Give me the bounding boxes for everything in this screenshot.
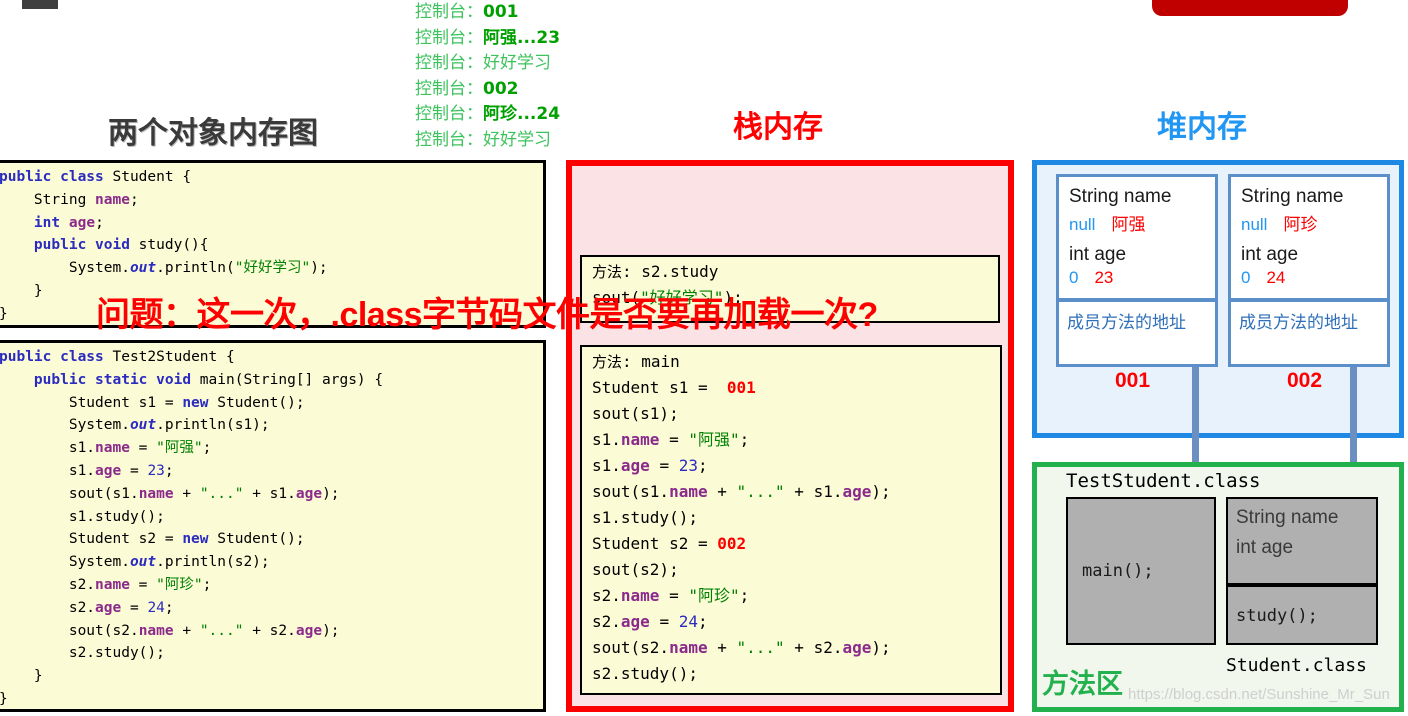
top-right-red-shape	[1152, 0, 1348, 16]
console-value: 好好学习	[483, 129, 551, 150]
field-values-name: null 阿强	[1069, 210, 1215, 235]
console-line: 控制台：好好学习	[415, 128, 645, 154]
heap-object-divider	[1231, 298, 1387, 302]
watermark: https://blog.csdn.net/Sunshine_Mr_Sun	[1128, 686, 1390, 703]
heap-object-001: String name null 阿强 int age 0 23 成员方法的地址	[1056, 174, 1218, 367]
method-area-label: 方法区	[1042, 669, 1123, 699]
field-values-age: 0 23	[1069, 268, 1215, 288]
console-prefix: 控制台：	[415, 27, 483, 48]
console-line: 控制台：001	[415, 0, 645, 26]
field-name-current: 阿珍	[1283, 215, 1318, 234]
student-field-name: String name	[1236, 507, 1339, 528]
console-value: 002	[483, 78, 519, 99]
method-box-main: main();	[1066, 497, 1216, 645]
heap-address-label-002: 002	[1287, 369, 1323, 392]
console-prefix: 控制台：	[415, 2, 483, 22]
field-label-age: int age	[1241, 244, 1299, 265]
console-line: 控制台：好好学习	[415, 51, 645, 77]
field-name-initial: null	[1241, 215, 1268, 234]
heap-object-002: String name null 阿珍 int age 0 24 成员方法的地址	[1228, 174, 1390, 367]
field-age-current: 24	[1266, 268, 1286, 287]
overlay-question-text: 问题：这一次，.class字节码文件是否要再加载一次?	[96, 296, 878, 334]
top-left-fragment	[22, 0, 58, 9]
console-line: 控制台：阿珍...24	[415, 102, 645, 128]
stack-frame-main: 方法: main Student s1 = 001 sout(s1); s1.n…	[580, 345, 1002, 695]
teststudent-class-title: TestStudent.class	[1066, 470, 1261, 492]
console-output: 控制台：001 控制台：阿强...23 控制台：好好学习 控制台：002 控制台…	[415, 0, 645, 153]
student-method-study: study();	[1236, 606, 1318, 626]
console-prefix: 控制台：	[415, 53, 483, 73]
field-name-current: 阿强	[1111, 215, 1146, 234]
console-value: 阿珍...24	[483, 104, 561, 124]
heap-memory-title: 堆内存	[1157, 111, 1247, 144]
page-title: 两个对象内存图	[108, 117, 318, 150]
console-value: 001	[483, 2, 519, 22]
method-box-student-fields: String name int age	[1226, 497, 1378, 585]
field-label-name: String name	[1241, 186, 1344, 207]
console-line: 控制台：阿强...23	[415, 26, 645, 52]
heap-address-label-001: 001	[1115, 369, 1151, 392]
code-block-test2student: public class Test2Student { public stati…	[0, 340, 546, 712]
field-label-age: int age	[1069, 244, 1127, 265]
method-box-student-method: study();	[1226, 585, 1378, 645]
stack-memory-title: 栈内存	[733, 111, 823, 144]
field-age-current: 23	[1094, 268, 1114, 287]
method-main-label: main();	[1082, 561, 1154, 581]
student-field-age: int age	[1236, 537, 1294, 558]
field-values-age: 0 24	[1241, 268, 1387, 288]
field-label-name: String name	[1069, 186, 1172, 207]
field-name-initial: null	[1069, 215, 1096, 234]
field-age-initial: 0	[1241, 268, 1251, 287]
console-prefix: 控制台：	[415, 129, 483, 150]
console-line: 控制台：002	[415, 77, 645, 103]
member-method-address: 成员方法的地址	[1067, 313, 1186, 332]
field-values-name: null 阿珍	[1241, 210, 1387, 235]
member-method-address: 成员方法的地址	[1239, 313, 1358, 332]
heap-object-divider	[1059, 298, 1215, 302]
console-value: 阿强...23	[483, 27, 561, 48]
console-prefix: 控制台：	[415, 104, 483, 124]
console-prefix: 控制台：	[415, 78, 483, 99]
field-age-initial: 0	[1069, 268, 1079, 287]
console-value: 好好学习	[483, 53, 551, 73]
student-class-label: Student.class	[1226, 655, 1367, 676]
